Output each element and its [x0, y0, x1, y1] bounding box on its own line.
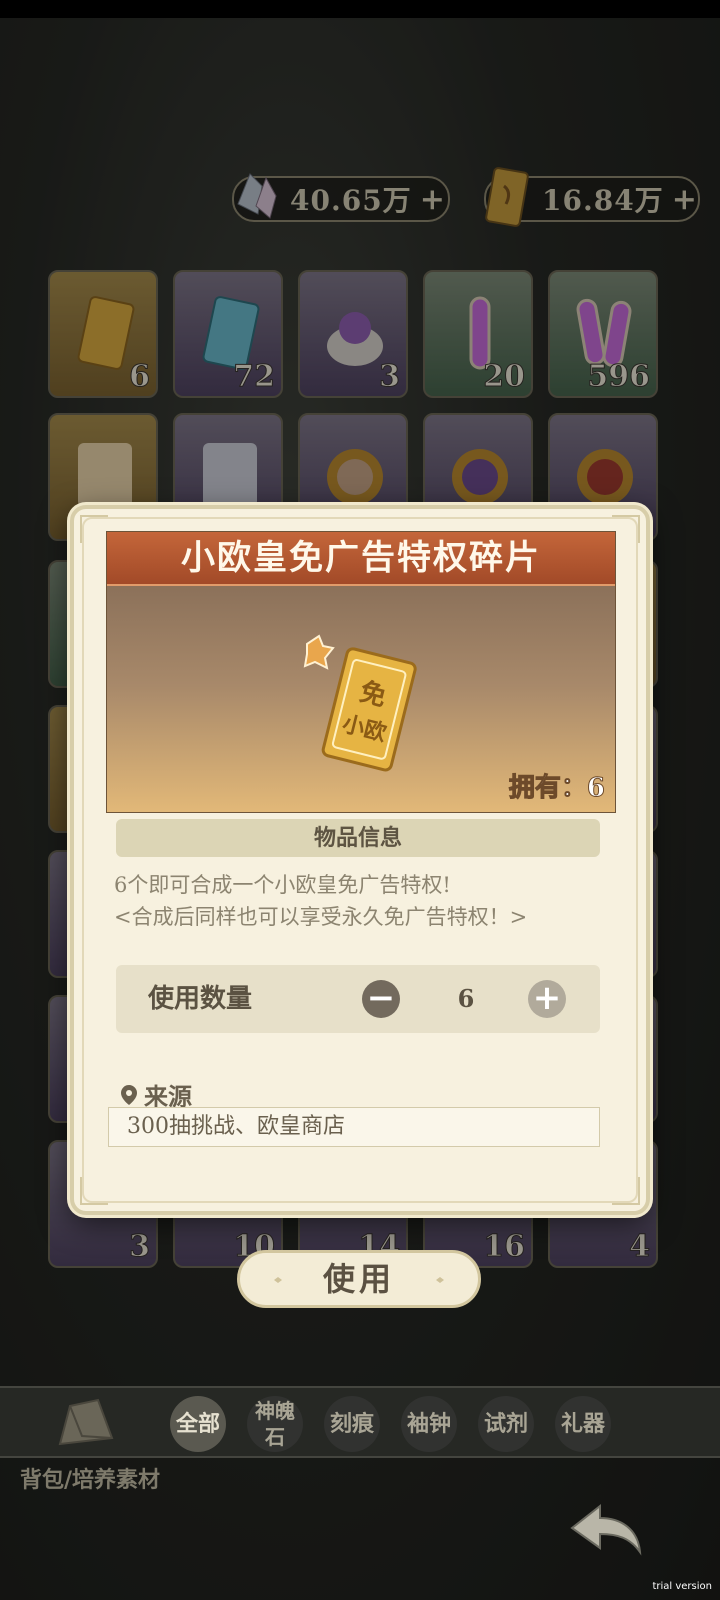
breadcrumb: 背包/培养素材: [20, 1467, 161, 1493]
description-line: <合成后同样也可以享受永久免广告特权！>: [114, 905, 528, 929]
ad-free-ticket-fragment-icon: 免 小欧: [303, 634, 417, 772]
use-button[interactable]: 使用: [237, 1250, 481, 1308]
category-tab-bar: 全部 神魄石 刻痕 袖钟 试剂 礼器: [0, 1386, 720, 1458]
ornament-icon: [436, 1277, 466, 1283]
tab-ritual-item[interactable]: 礼器: [555, 1396, 611, 1452]
tab-soul-stone[interactable]: 神魄石: [247, 1396, 303, 1452]
tab-pocket-watch[interactable]: 袖钟: [401, 1396, 457, 1452]
decrease-quantity-button[interactable]: −: [362, 980, 400, 1018]
tab-engraving[interactable]: 刻痕: [324, 1396, 380, 1452]
increase-quantity-button[interactable]: +: [528, 980, 566, 1018]
item-title: 小欧皇免广告特权碎片: [107, 532, 615, 586]
ornament-icon: [252, 1277, 282, 1283]
quantity-selector: 使用数量 − 6 +: [116, 965, 600, 1033]
item-banner: 小欧皇免广告特权碎片 免 小欧 拥有：6: [106, 531, 616, 813]
item-detail-dialog: 小欧皇免广告特权碎片 免 小欧 拥有：6 物品信息 6个即可合成一个小欧皇免广告…: [70, 505, 650, 1215]
watermark: trial version: [652, 1581, 712, 1592]
quantity-label: 使用数量: [148, 984, 253, 1014]
corner-ornament: [80, 1177, 108, 1205]
tab-all[interactable]: 全部: [170, 1396, 226, 1452]
source-value: 300抽挑战、欧皇商店: [108, 1107, 600, 1147]
use-button-label: 使用: [322, 1260, 395, 1298]
corner-ornament: [612, 1177, 640, 1205]
tab-reagent[interactable]: 试剂: [478, 1396, 534, 1452]
item-description: 6个即可合成一个小欧皇免广告特权! <合成后同样也可以享受永久免广告特权！>: [114, 869, 604, 933]
item-info-header: 物品信息: [116, 819, 600, 857]
description-line: 6个即可合成一个小欧皇免广告特权!: [114, 873, 451, 897]
backpack-icon: [58, 1398, 114, 1446]
owned-count: 拥有：6: [508, 773, 605, 804]
corner-ornament: [80, 515, 108, 543]
back-arrow-icon[interactable]: [566, 1500, 646, 1560]
quantity-value: 6: [457, 984, 475, 1013]
corner-ornament: [612, 515, 640, 543]
location-pin-icon: [121, 1084, 137, 1105]
